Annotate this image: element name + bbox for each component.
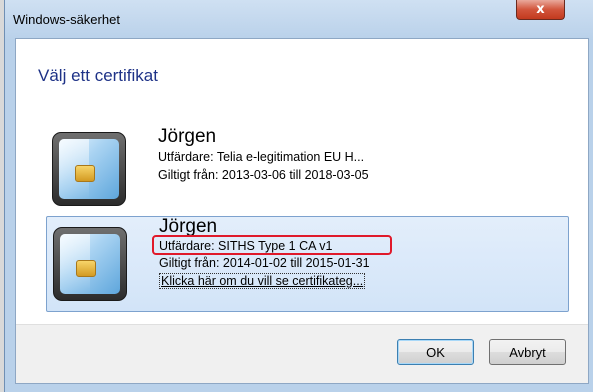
dialog-heading: Välj ett certifikat [38, 66, 158, 85]
close-icon: x [536, 2, 545, 17]
smart-card-icon [52, 132, 126, 206]
dialog-content: Välj ett certifikat Jörgen Utfärdare: Te… [15, 38, 589, 384]
smart-card-icon [53, 227, 127, 301]
dialog-footer: OK Avbryt [16, 324, 588, 383]
issuer-highlight-annotation [152, 235, 392, 255]
close-button[interactable]: x [516, 0, 565, 20]
certificate-validity: Giltigt från: 2014-01-02 till 2015-01-31 [159, 256, 370, 270]
certificate-item-selected[interactable]: Jörgen Utfärdare: SITHS Type 1 CA v1 Gil… [46, 216, 569, 312]
cancel-button[interactable]: Avbryt [489, 339, 566, 365]
certificate-validity: Giltigt från: 2013-03-06 till 2018-03-05 [158, 168, 369, 182]
security-dialog: Windows-säkerhet x Välj ett certifikat J… [4, 0, 593, 392]
certificate-item[interactable]: Jörgen Utfärdare: Telia e-legitimation E… [46, 126, 569, 212]
certificate-issuer: Utfärdare: Telia e-legitimation EU H... [158, 150, 365, 164]
title-bar[interactable]: Windows-säkerhet x [5, 0, 593, 38]
certificate-name: Jörgen [158, 126, 217, 147]
window-title: Windows-säkerhet [13, 12, 120, 27]
certificate-details-link[interactable]: Klicka här om du vill se certifikateg... [159, 273, 366, 289]
ok-button[interactable]: OK [397, 339, 474, 365]
